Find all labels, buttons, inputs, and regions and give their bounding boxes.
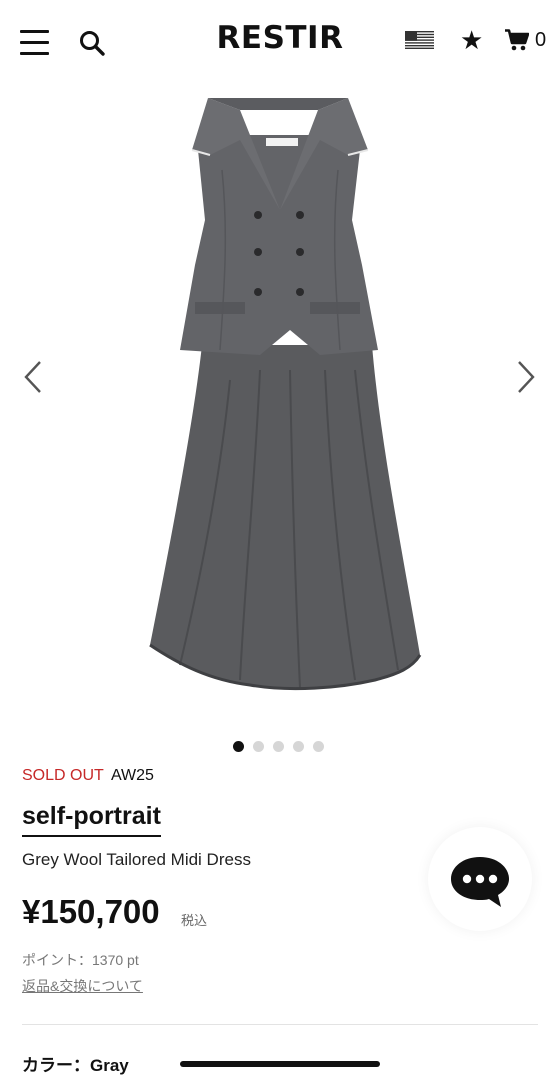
tax-included-note: 税込 <box>181 913 208 928</box>
previous-image-arrow-icon[interactable] <box>22 360 44 394</box>
chat-bubble-icon <box>451 857 509 907</box>
chat-button[interactable] <box>428 827 532 931</box>
color-selection-label: カラー：Gray <box>22 1056 129 1075</box>
cart-icon[interactable] <box>505 29 529 51</box>
section-divider <box>22 1024 538 1025</box>
hamburger-menu-icon[interactable] <box>20 28 50 56</box>
header: RESTIR ★ 0 <box>0 0 560 80</box>
sold-out-badge: SOLD OUT <box>22 767 104 784</box>
product-price: ¥150,700 <box>22 893 160 930</box>
carousel-dot-3[interactable] <box>273 741 284 752</box>
carousel-dot-5[interactable] <box>313 741 324 752</box>
carousel-dot-4[interactable] <box>293 741 304 752</box>
next-image-arrow-icon[interactable] <box>515 360 537 394</box>
brand-link[interactable]: self-portrait <box>22 800 161 837</box>
product-name: Grey Wool Tailored Midi Dress <box>22 850 251 869</box>
us-flag-icon[interactable] <box>405 31 434 49</box>
reward-points: ポイント：1370 pt <box>22 952 139 968</box>
returns-exchange-link[interactable]: 返品&交換について <box>22 976 143 996</box>
search-icon[interactable] <box>78 29 106 57</box>
product-image-carousel[interactable] <box>0 80 560 730</box>
season-tag: AW25 <box>110 767 154 784</box>
product-image[interactable] <box>140 80 430 700</box>
favorites-star-icon[interactable]: ★ <box>460 26 483 54</box>
carousel-dot-1[interactable] <box>233 741 244 752</box>
home-indicator-bar[interactable] <box>180 1061 380 1067</box>
carousel-dot-2[interactable] <box>253 741 264 752</box>
product-status-line: SOLD OUT AW25 <box>22 766 154 786</box>
cart-count: 0 <box>535 29 547 51</box>
